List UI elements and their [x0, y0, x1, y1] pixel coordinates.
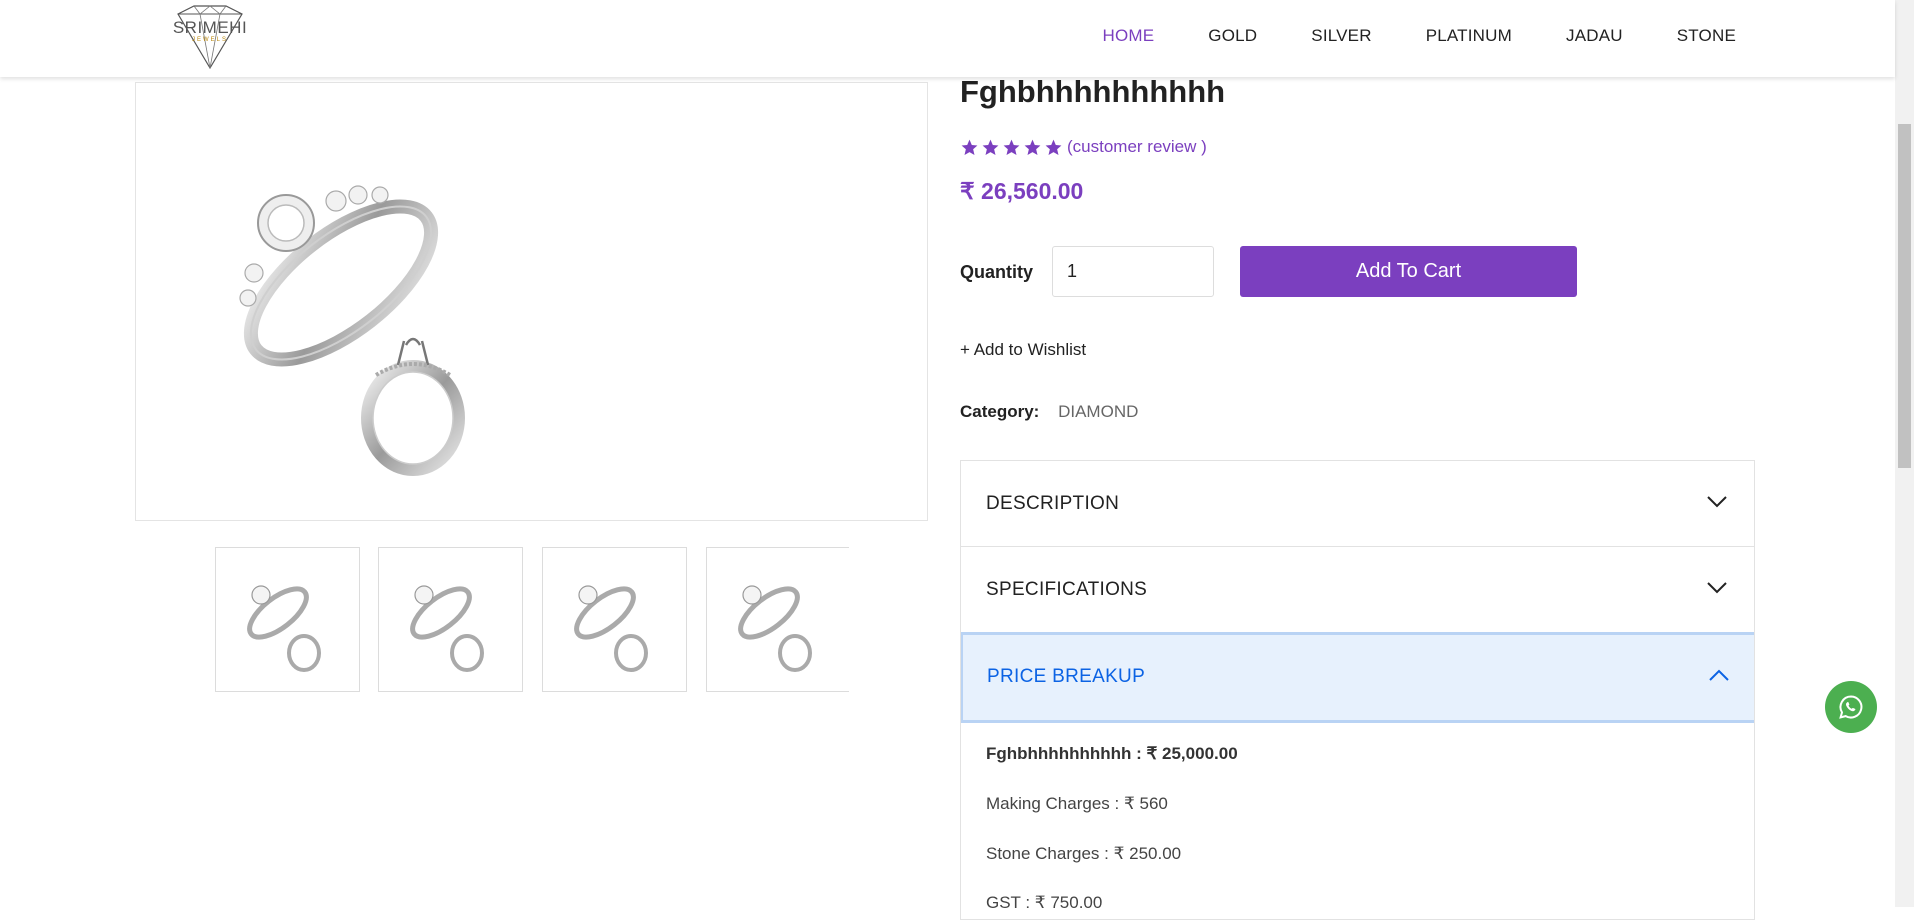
nav-home[interactable]: HOME: [1102, 26, 1154, 46]
whatsapp-icon: [1839, 695, 1863, 719]
thumbnail-strip: [215, 547, 849, 692]
star-icon: [1045, 139, 1062, 155]
chevron-up-icon: [1709, 669, 1729, 681]
rupee-symbol: ₹: [960, 178, 975, 204]
breakup-making-charges: Making Charges : ₹ 560: [986, 794, 1168, 813]
ring-thumbnail-image: [410, 585, 484, 672]
nav-silver[interactable]: SILVER: [1311, 26, 1371, 46]
product-rating: (customer review ): [960, 137, 1207, 157]
star-icon: [1003, 139, 1020, 155]
thumbnail[interactable]: [215, 547, 360, 692]
ring-thumbnail-image: [574, 585, 648, 672]
accordion-description[interactable]: DESCRIPTION: [961, 461, 1754, 547]
product-category: Category: DIAMOND: [960, 402, 1138, 422]
thumbnail[interactable]: [542, 547, 687, 692]
star-icon: [961, 139, 978, 155]
accordion-label: PRICE BREAKUP: [987, 666, 1146, 687]
site-header: SRIMEHI JEWELS HOME GOLD SILVER PLATINUM…: [0, 0, 1895, 77]
logo-text: SRIMEHI: [172, 18, 248, 37]
nav-jadau[interactable]: JADAU: [1566, 26, 1623, 46]
breakup-stone-charges: Stone Charges : ₹ 250.00: [986, 844, 1182, 863]
site-logo[interactable]: SRIMEHI JEWELS: [170, 4, 250, 70]
ring-thumbnail-image: [247, 585, 321, 672]
add-to-wishlist-link[interactable]: + Add to Wishlist: [960, 340, 1086, 360]
category-label: Category:: [960, 402, 1040, 421]
chevron-down-icon: [1707, 582, 1727, 594]
accordion-price-breakup[interactable]: PRICE BREAKUP: [961, 632, 1754, 723]
customer-review-link[interactable]: (customer review ): [1067, 137, 1207, 157]
chevron-down-icon: [1707, 496, 1727, 508]
star-icon: [982, 139, 999, 155]
page-scrollbar[interactable]: [1895, 0, 1914, 907]
thumbnail[interactable]: [706, 547, 849, 692]
add-to-cart-button[interactable]: Add To Cart: [1240, 246, 1577, 297]
star-icon: [1024, 139, 1041, 155]
accordion-specifications[interactable]: SPECIFICATIONS: [961, 547, 1754, 633]
ring-image: [239, 185, 465, 476]
price-value: 26,560.00: [981, 178, 1084, 204]
logo-subtext: JEWELS: [191, 37, 228, 43]
quantity-input[interactable]: [1052, 246, 1214, 297]
nav-gold[interactable]: GOLD: [1208, 26, 1257, 46]
accordion-label: SPECIFICATIONS: [986, 579, 1148, 600]
nav-stone[interactable]: STONE: [1677, 26, 1736, 46]
breakup-product-value: Fghbhhhhhhhhhh : ₹ 25,000.00: [986, 744, 1238, 763]
ring-thumbnail-image: [738, 585, 812, 672]
product-title: Fghbhhhhhhhhhh: [960, 74, 1226, 109]
category-value[interactable]: DIAMOND: [1058, 402, 1138, 421]
whatsapp-button[interactable]: [1825, 681, 1877, 733]
scrollbar-thumb[interactable]: [1898, 124, 1911, 468]
accordion-label: DESCRIPTION: [986, 493, 1120, 514]
main-nav: HOME GOLD SILVER PLATINUM JADAU STONE: [1048, 26, 1736, 46]
product-price: ₹ 26,560.00: [960, 178, 1083, 205]
nav-platinum[interactable]: PLATINUM: [1426, 26, 1512, 46]
quantity-label: Quantity: [960, 262, 1034, 282]
product-accordion: DESCRIPTION SPECIFICATIONS PRICE BREAKUP…: [960, 460, 1755, 920]
thumbnail[interactable]: [378, 547, 523, 692]
product-main-image[interactable]: [135, 82, 928, 521]
breakup-gst: GST : ₹ 750.00: [986, 893, 1103, 912]
